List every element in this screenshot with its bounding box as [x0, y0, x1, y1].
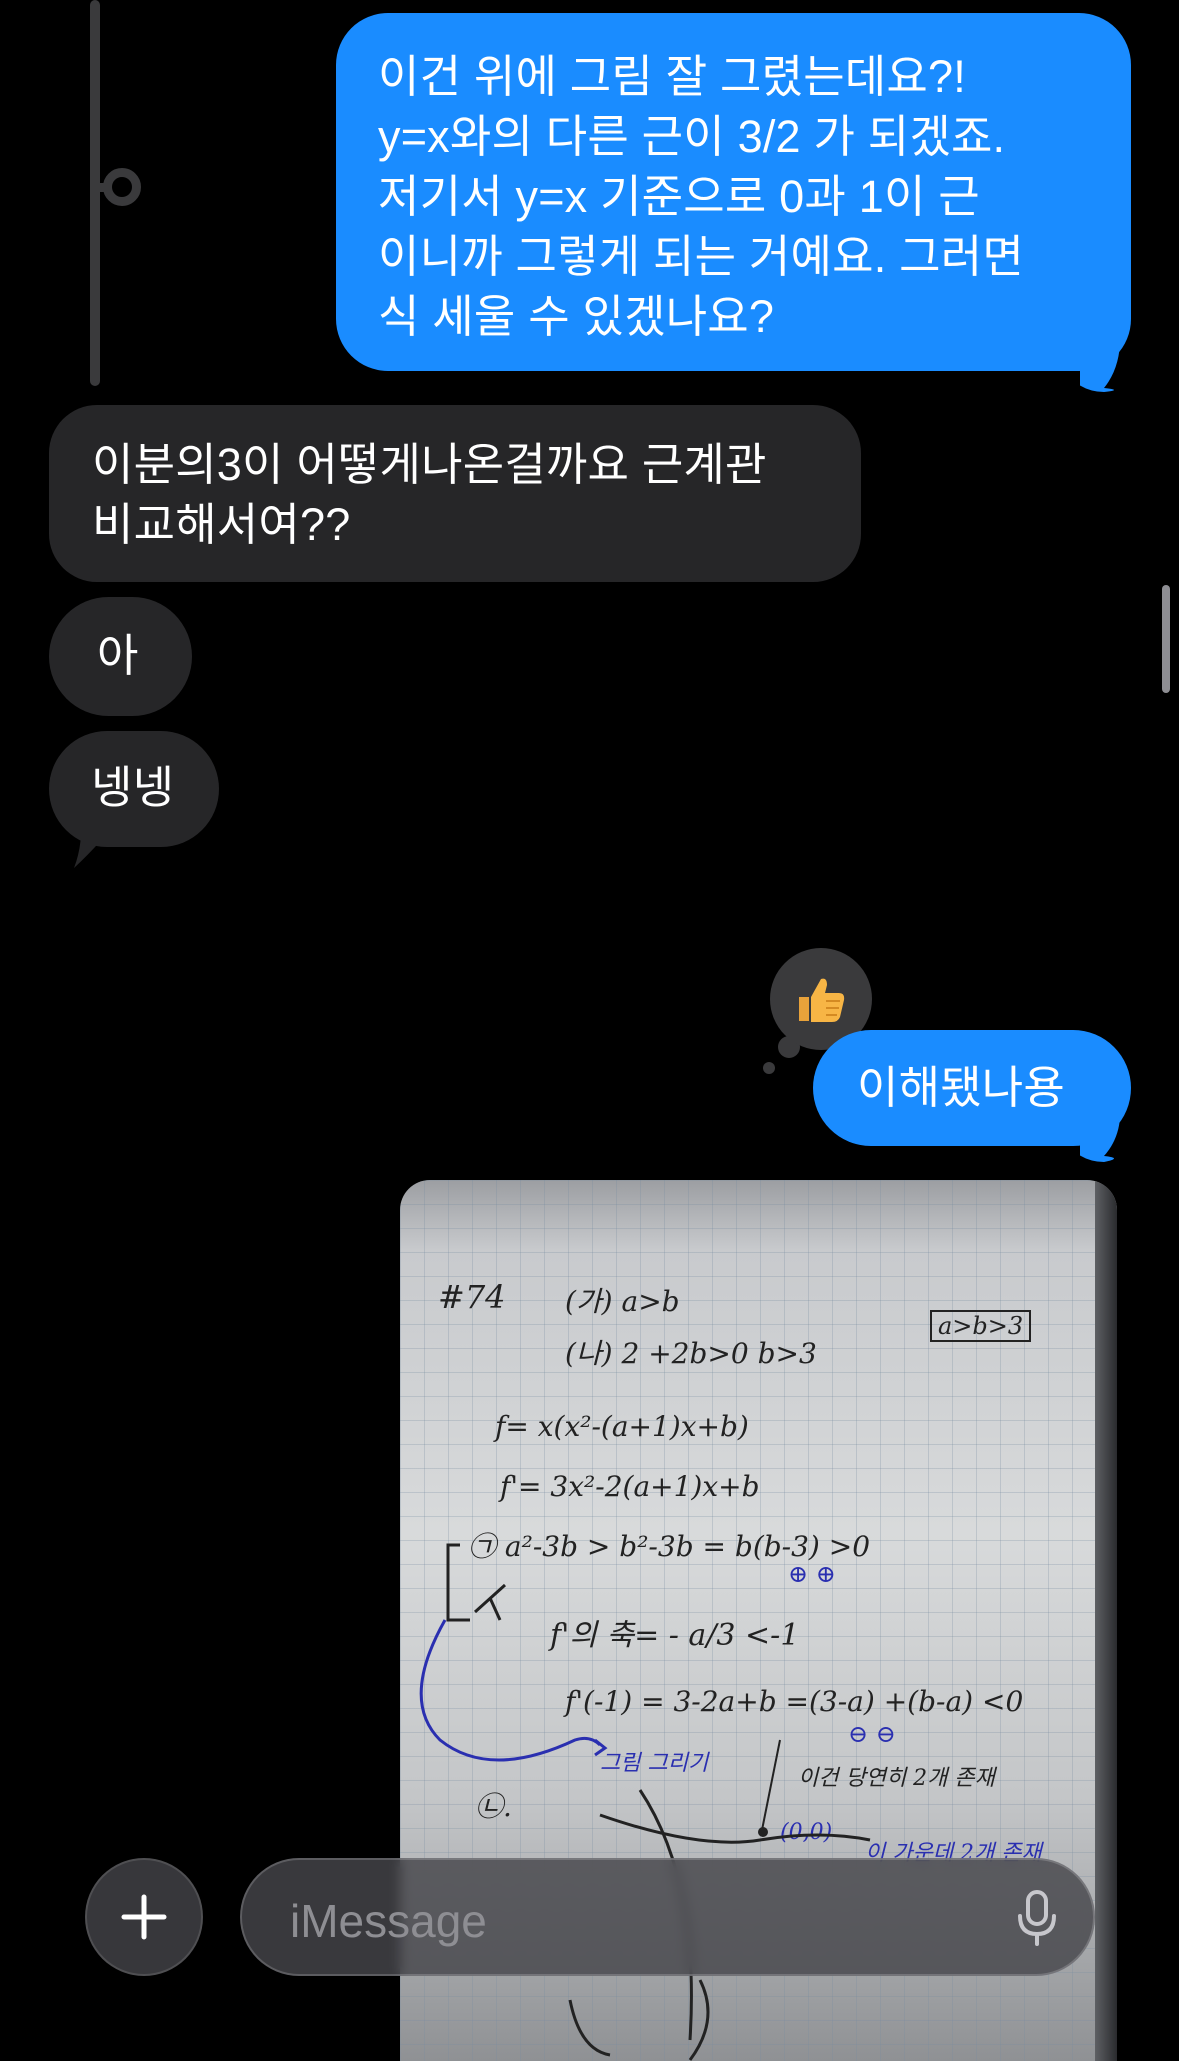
microphone-icon[interactable] — [1017, 1890, 1057, 1953]
message-text-line: 아 — [97, 630, 139, 681]
reply-thread-knot — [103, 168, 141, 206]
tapback-dot — [763, 1062, 775, 1074]
message-text-line: 저기서 y=x 기준으로 0과 1이 근 — [378, 171, 980, 222]
bubble-tail — [1080, 330, 1121, 392]
add-attachment-button[interactable] — [85, 1858, 203, 1976]
message-text-line: 이니까 그렇게 되는 거예요. 그러면 — [378, 231, 1024, 282]
message-text-line: 이건 위에 그림 잘 그렸는데요?! — [378, 51, 966, 102]
reply-thread-line — [90, 0, 100, 386]
message-input[interactable]: iMessage — [240, 1858, 1095, 1976]
message-text-line: 비교해서여?? — [92, 499, 351, 550]
message-bubble-outgoing[interactable]: 이건 위에 그림 잘 그렸는데요?! y=x와의 다른 근이 3/2 가 되겠죠… — [336, 13, 1131, 371]
message-text-line: 넹넹 — [91, 762, 175, 813]
bubble-tail — [74, 812, 124, 868]
plus-icon — [121, 1894, 167, 1940]
message-bubble-incoming[interactable]: 아 — [49, 597, 192, 716]
message-text-line: 이분의3이 어떻게나온걸까요 근계관 — [92, 439, 767, 490]
scrollbar[interactable] — [1162, 585, 1170, 693]
message-bubble-incoming[interactable]: 이분의3이 어떻게나온걸까요 근계관 비교해서여?? — [49, 405, 861, 582]
message-text-line: y=x와의 다른 근이 3/2 가 되겠죠. — [378, 111, 1006, 162]
message-text-line: 식 세울 수 있겠나요? — [378, 291, 775, 342]
message-input-placeholder: iMessage — [290, 1895, 487, 1947]
bubble-tail — [1080, 1106, 1121, 1162]
